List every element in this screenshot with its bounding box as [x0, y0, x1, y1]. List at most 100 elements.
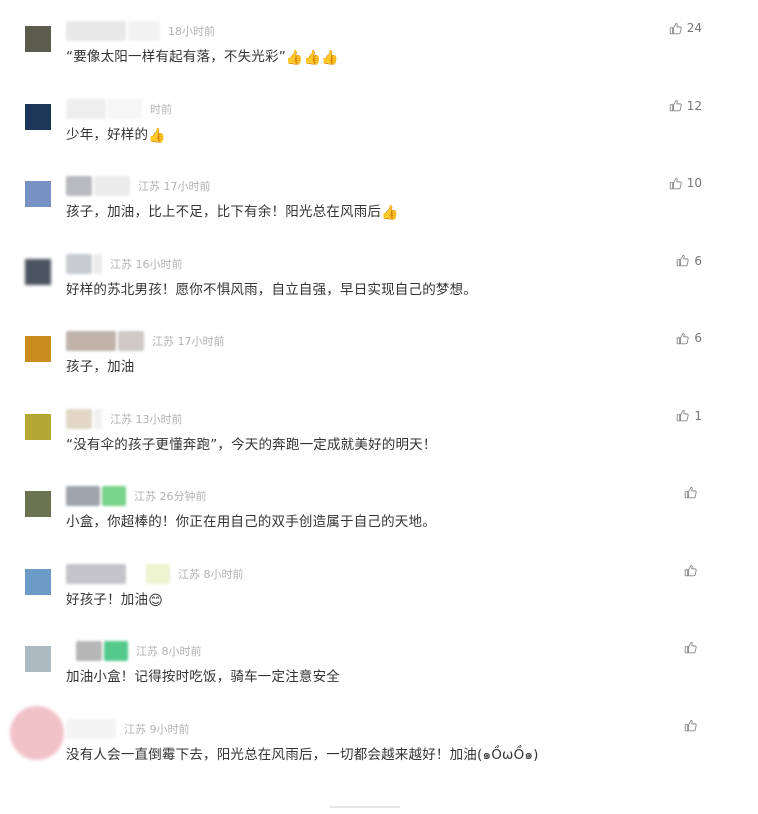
avatar[interactable]: [25, 258, 51, 285]
comment-time: 江苏 9小时前: [124, 722, 190, 736]
redacted-username: [108, 98, 142, 119]
comment-meta: 时前: [66, 98, 172, 120]
comment-time: 江苏 16小时前: [110, 257, 183, 271]
redacted-username: [146, 563, 170, 584]
avatar[interactable]: [25, 103, 51, 130]
redacted-username: [66, 21, 126, 41]
avatar[interactable]: [25, 646, 51, 672]
comment-body: 小盒，你超棒的！你正在用自己的双手创造属于自己的天地。: [66, 514, 436, 530]
thumbs-up-icon: [669, 22, 682, 34]
redacted-username: [66, 718, 116, 739]
thumbs-up-emoji: 👍: [148, 127, 166, 144]
comment-text: 小盒，你超棒的！你正在用自己的双手创造属于自己的天地。: [66, 510, 436, 530]
comment-text: 孩子，加油，比上不足，比下有余！阳光总在风雨后👍: [66, 200, 399, 221]
redacted-username: [66, 408, 92, 429]
comment-time: 时前: [150, 102, 172, 116]
like-count: 6: [694, 331, 702, 345]
comment-text: 孩子，加油: [66, 355, 135, 375]
redacted-username: [66, 331, 116, 351]
comment-meta: 18小时前: [66, 20, 215, 42]
redacted-username: [66, 176, 92, 196]
like-button[interactable]: [684, 641, 702, 654]
comment-list: 18小时前 “要像太阳一样有起有落，不失光彩”👍👍👍 24 时前 少年，好样的👍…: [0, 0, 758, 808]
comment-text: “没有伞的孩子更懂奔跑”，今天的奔跑一定成就美好的明天！: [66, 433, 437, 453]
comment-meta: 江苏 16小时前: [66, 253, 183, 275]
comment-meta: 江苏 8小时前: [66, 563, 244, 585]
thumbs-up-emoji: 👍: [303, 50, 322, 66]
comment-body: 没有人会一直倒霉下去，阳光总在风雨后，一切都会越来越好！加油(๑ỒωỒ๑): [66, 746, 539, 763]
comment-item: 江苏 17小时前 孩子，加油 6: [0, 310, 758, 388]
redacted-username: [66, 253, 92, 274]
thumbs-up-icon: [669, 177, 682, 189]
redacted-username: [94, 176, 130, 196]
comment-item: 江苏 13小时前 “没有伞的孩子更懂奔跑”，今天的奔跑一定成就美好的明天！ 1: [0, 388, 758, 466]
like-button[interactable]: [684, 564, 702, 577]
comment-body: 孩子，加油，比上不足，比下有余！阳光总在风雨后: [66, 204, 382, 220]
thumbs-up-icon: [669, 99, 682, 112]
comment-item: 江苏 16小时前 好样的苏北男孩！愿你不惧风雨，自立自强，早日实现自己的梦想。 …: [0, 233, 758, 311]
like-count: 1: [694, 408, 702, 423]
comment-time: 18小时前: [168, 25, 215, 38]
like-button[interactable]: 6: [676, 254, 702, 268]
like-count: 12: [686, 98, 702, 113]
comment-body: 少年，好样的: [66, 126, 149, 143]
smile-emoji: 😊: [148, 592, 163, 609]
comment-body: “要像太阳一样有起有落，不失光彩”: [66, 49, 286, 65]
thumbs-up-icon: [677, 254, 690, 267]
like-count: 6: [694, 253, 702, 268]
thumbs-up-icon: [677, 409, 690, 422]
comment-body: 加油小盒！记得按时吃饭，骑车一定注意安全: [66, 669, 340, 685]
avatar[interactable]: [25, 491, 51, 517]
comment-item: 江苏 17小时前 孩子，加油，比上不足，比下有余！阳光总在风雨后👍 10: [0, 155, 758, 233]
like-button[interactable]: 10: [669, 176, 702, 190]
comment-body: “没有伞的孩子更懂奔跑”，今天的奔跑一定成就美好的明天！: [66, 436, 437, 453]
redacted-username: [104, 641, 128, 661]
redacted-username: [66, 563, 126, 584]
like-button[interactable]: [684, 719, 702, 732]
thumbs-up-emoji: 👍: [285, 50, 304, 66]
comment-meta: 江苏 17小时前: [66, 330, 225, 352]
comment-item: 江苏 8小时前 好孩子！加油😊: [0, 543, 758, 621]
comment-meta: 江苏 17小时前: [66, 175, 211, 197]
redacted-username: [118, 331, 144, 351]
comment-text: 好孩子！加油😊: [66, 588, 163, 609]
avatar[interactable]: [25, 181, 51, 207]
thumbs-up-emoji: 👍: [321, 50, 339, 66]
like-button[interactable]: 1: [676, 409, 702, 423]
comment-text: “要像太阳一样有起有落，不失光彩”👍👍👍: [66, 45, 339, 66]
comment-time: 江苏 17小时前: [152, 335, 225, 348]
comment-text: 少年，好样的👍: [66, 123, 166, 144]
comment-body: 好孩子！加油: [66, 591, 149, 608]
redacted-username: [102, 486, 126, 506]
comment-time: 江苏 13小时前: [110, 412, 183, 426]
comment-item: 时前 少年，好样的👍 12: [0, 78, 758, 156]
comment-text: 没有人会一直倒霉下去，阳光总在风雨后，一切都会越来越好！加油(๑ỒωỒ๑): [66, 743, 539, 765]
like-button[interactable]: [684, 486, 702, 499]
redacted-username: [76, 641, 102, 661]
comment-meta: 江苏 13小时前: [66, 408, 183, 430]
avatar[interactable]: [25, 336, 51, 362]
comment-time: 江苏 8小时前: [178, 567, 244, 581]
comment-item: 江苏 8小时前 加油小盒！记得按时吃饭，骑车一定注意安全: [0, 620, 758, 698]
avatar[interactable]: [10, 705, 64, 760]
comment-time: 江苏 8小时前: [136, 645, 202, 658]
like-count: 10: [686, 176, 702, 190]
thumbs-up-icon: [684, 719, 697, 731]
divider: [330, 806, 400, 808]
thumbs-up-emoji: 👍: [381, 205, 399, 221]
like-button[interactable]: 6: [676, 331, 702, 345]
comment-body: 好样的苏北男孩！愿你不惧风雨，自立自强，早日实现自己的梦想。: [66, 281, 477, 298]
redacted-username: [128, 21, 160, 41]
avatar[interactable]: [25, 26, 51, 52]
thumbs-up-icon: [677, 332, 690, 344]
thumbs-up-icon: [684, 486, 697, 499]
like-button[interactable]: 24: [669, 21, 702, 35]
comment-item: 江苏 9小时前 没有人会一直倒霉下去，阳光总在风雨后，一切都会越来越好！加油(๑…: [0, 698, 758, 776]
avatar[interactable]: [25, 568, 51, 595]
comment-time: 江苏 26分钟前: [134, 490, 207, 503]
comment-item: 18小时前 “要像太阳一样有起有落，不失光彩”👍👍👍 24: [0, 0, 758, 78]
comment-text: 加油小盒！记得按时吃饭，骑车一定注意安全: [66, 665, 340, 685]
avatar[interactable]: [25, 413, 51, 440]
like-button[interactable]: 12: [669, 99, 702, 113]
comment-meta: 江苏 9小时前: [66, 718, 190, 740]
